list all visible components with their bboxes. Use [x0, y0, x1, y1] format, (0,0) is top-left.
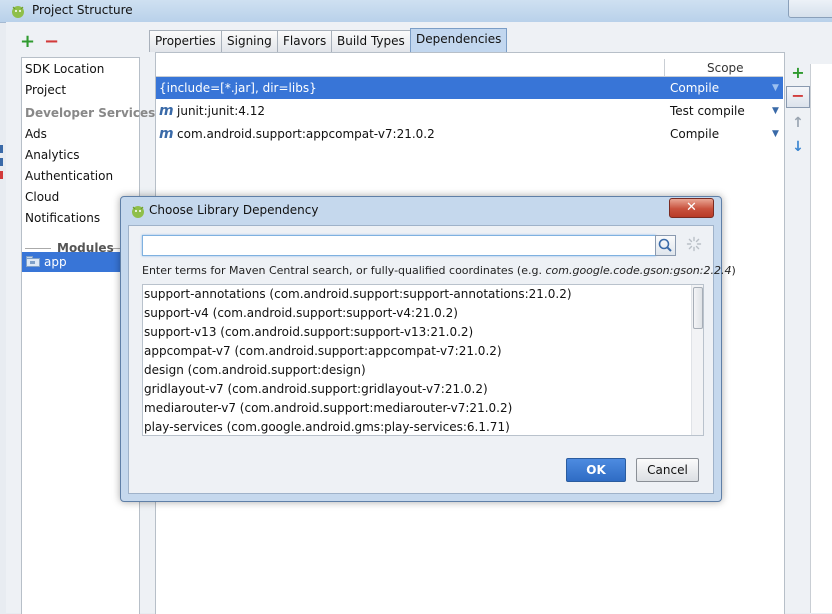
dependency-row[interactable]: {include=[*.jar], dir=libs} Compile ▼ — [156, 77, 783, 99]
dependency-row[interactable]: m junit:junit:4.12 Test compile ▼ — [156, 100, 783, 122]
dependency-name: junit:junit:4.12 — [177, 104, 265, 118]
move-down-icon[interactable]: ↓ — [786, 136, 810, 158]
choose-library-dialog: Choose Library Dependency ✕ Enter terms … — [120, 196, 736, 502]
tab-flavors[interactable]: Flavors — [277, 30, 333, 52]
ok-button[interactable]: OK — [566, 458, 626, 482]
dependency-row[interactable]: m com.android.support:appcompat-v7:21.0.… — [156, 123, 783, 145]
remove-module-button[interactable]: − — [44, 33, 59, 51]
tab-dependencies[interactable]: Dependencies — [410, 28, 508, 52]
scope-column-header[interactable]: Scope — [707, 61, 744, 75]
sidebar-item-cloud[interactable]: Cloud — [25, 187, 59, 207]
sidebar-item-ads[interactable]: Ads — [25, 124, 47, 144]
library-search-input[interactable] — [142, 235, 656, 256]
scope-dropdown-icon[interactable]: ▼ — [772, 123, 779, 145]
scope-dropdown-icon[interactable]: ▼ — [772, 100, 779, 122]
loading-spinner-icon — [686, 236, 702, 252]
list-item[interactable]: gridlayout-v7 (com.android.support:gridl… — [144, 380, 488, 399]
sidebar-item-authentication[interactable]: Authentication — [25, 166, 113, 186]
maven-icon: m — [159, 103, 174, 119]
window-title: Project Structure — [32, 3, 133, 17]
tab-properties[interactable]: Properties — [149, 30, 222, 52]
sidebar-item-project[interactable]: Project — [25, 80, 66, 100]
tab-signing[interactable]: Signing — [221, 30, 278, 52]
window-close-button[interactable] — [788, 0, 832, 18]
dialog-titlebar: Choose Library Dependency ✕ — [121, 197, 721, 224]
hint-prefix: Enter terms for Maven Central search, or… — [142, 264, 546, 277]
android-studio-icon — [132, 206, 144, 218]
list-item[interactable]: design (com.android.support:design) — [144, 361, 366, 380]
android-studio-icon — [12, 6, 24, 18]
scope-column-separator — [664, 59, 665, 77]
add-module-button[interactable]: + — [20, 33, 35, 51]
hint-suffix: ) — [731, 264, 736, 277]
dependency-scope[interactable]: Compile — [670, 123, 719, 145]
dialog-close-button[interactable]: ✕ — [669, 198, 714, 218]
sidebar-header-developer-services: Developer Services — [25, 106, 156, 120]
scrollbar-thumb[interactable] — [693, 287, 703, 329]
tab-build-types[interactable]: Build Types — [331, 30, 411, 52]
list-item[interactable]: support-annotations (com.android.support… — [144, 285, 572, 304]
hint-example: com.google.code.gson:gson:2.2.4 — [545, 264, 732, 277]
dependency-scope[interactable]: Test compile — [670, 100, 745, 122]
sidebar-item-notifications[interactable]: Notifications — [25, 208, 100, 228]
results-scrollbar[interactable] — [691, 285, 703, 435]
scope-dropdown-icon[interactable]: ▼ — [772, 77, 779, 99]
add-dependency-button[interactable]: + — [786, 62, 810, 84]
window-titlebar: Project Structure — [0, 0, 832, 23]
dependency-scope[interactable]: Compile — [670, 77, 719, 99]
dependency-name: com.android.support:appcompat-v7:21.0.2 — [177, 127, 435, 141]
cancel-button[interactable]: Cancel — [636, 458, 699, 482]
sidebar-item-analytics[interactable]: Analytics — [25, 145, 80, 165]
list-item[interactable]: support-v4 (com.android.support:support-… — [144, 304, 458, 323]
dialog-title: Choose Library Dependency — [149, 203, 319, 217]
search-results-list: support-annotations (com.android.support… — [142, 284, 704, 436]
remove-dependency-button[interactable]: − — [786, 86, 810, 108]
module-folder-icon — [26, 256, 40, 267]
dialog-body: Enter terms for Maven Central search, or… — [128, 225, 736, 494]
list-item[interactable]: play-services (com.google.android.gms:pl… — [144, 418, 510, 435]
dependency-name: {include=[*.jar], dir=libs} — [159, 81, 317, 95]
module-label: app — [44, 255, 67, 269]
search-hint: Enter terms for Maven Central search, or… — [142, 264, 736, 277]
list-item[interactable]: support-v13 (com.android.support:support… — [144, 323, 473, 342]
search-button[interactable] — [655, 235, 676, 256]
right-edge-panel — [810, 64, 832, 613]
sidebar-item-sdk-location[interactable]: SDK Location — [25, 59, 104, 79]
edge-marks — [0, 145, 4, 184]
search-icon — [658, 238, 672, 252]
list-item[interactable]: appcompat-v7 (com.android.support:appcom… — [144, 342, 502, 361]
list-item[interactable]: mediarouter-v7 (com.android.support:medi… — [144, 399, 512, 418]
maven-icon: m — [159, 126, 174, 142]
move-up-icon[interactable]: ↑ — [786, 112, 810, 134]
